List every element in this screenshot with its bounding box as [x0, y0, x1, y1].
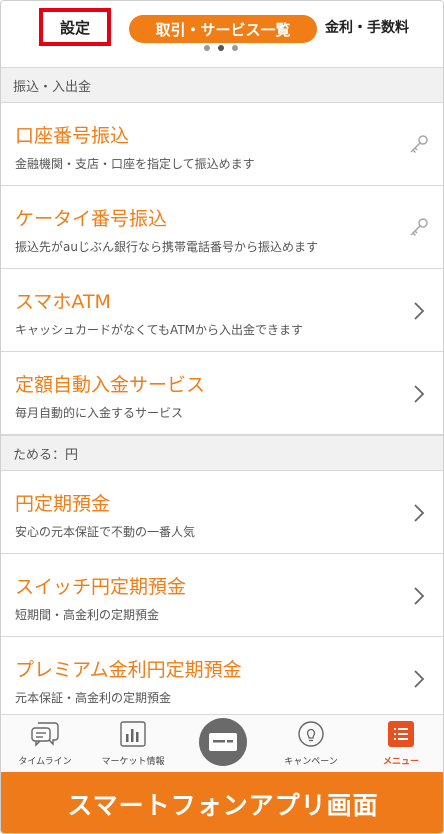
item-title: 円定期預金	[15, 493, 111, 515]
card-icon	[208, 732, 238, 752]
chevron-right-icon	[407, 299, 431, 323]
bottom-navigation: タイムライン マーケット情報 キャンペーン メニュー	[1, 714, 443, 773]
list-item-premium-time-deposit[interactable]: プレミアム金利円定期預金 元本保証・高金利の定期預金	[1, 637, 443, 720]
item-title: ケータイ番号振込	[15, 208, 168, 230]
nav-label: キャンペーン	[284, 757, 338, 767]
chevron-right-icon	[407, 667, 431, 691]
lightbulb-icon	[297, 719, 325, 749]
list-item-phone-transfer[interactable]: ケータイ番号振込 振込先がauじぶん銀行なら携帯電話番号から振込めます	[1, 186, 443, 269]
nav-market[interactable]: マーケット情報	[89, 719, 177, 773]
list-item-account-transfer[interactable]: 口座番号振込 金融機関・支店・口座を指定して振込めます	[1, 103, 443, 186]
chevron-right-icon	[407, 584, 431, 608]
item-title: スイッチ円定期預金	[15, 576, 187, 598]
item-title: プレミアム金利円定期預金	[15, 659, 242, 681]
item-title: 定額自動入金サービス	[15, 374, 206, 396]
item-description: 振込先がauじぶん銀行なら携帯電話番号から振込めます	[15, 240, 318, 254]
page-dot	[232, 45, 238, 51]
item-description: 元本保証・高金利の定期預金	[15, 691, 172, 705]
item-description: 短期間・高金利の定期預金	[15, 608, 160, 622]
section-header-transfer: 振込・入出金	[1, 67, 443, 103]
bar-chart-icon	[119, 719, 147, 749]
page-indicator	[204, 45, 238, 51]
list-item-auto-deposit[interactable]: 定額自動入金サービス 毎月自動的に入金するサービス	[1, 352, 443, 435]
page-dot	[204, 45, 210, 51]
chevron-right-icon	[407, 382, 431, 406]
section-header-savings-yen: ためる：円	[1, 435, 443, 471]
item-description: 毎月自動的に入金するサービス	[15, 406, 184, 420]
list-item-yen-time-deposit[interactable]: 円定期預金 安心の元本保証で不動の一番人気	[1, 471, 443, 554]
chat-bubble-icon	[30, 719, 60, 749]
item-title: スマホATM	[15, 291, 111, 313]
key-icon	[407, 133, 431, 157]
menu-list-icon	[388, 719, 414, 749]
nav-label: タイムライン	[18, 757, 72, 767]
top-tab-bar: 設定 取引・サービス一覧 金利・手数料	[1, 1, 443, 59]
chevron-right-icon	[407, 501, 431, 525]
nav-campaign[interactable]: キャンペーン	[267, 719, 355, 773]
tab-services[interactable]: 取引・サービス一覧	[129, 15, 317, 43]
card-button[interactable]	[199, 718, 247, 766]
nav-label: マーケット情報	[101, 757, 165, 767]
tab-settings[interactable]: 設定	[39, 8, 111, 46]
caption-banner: スマートフォンアプリ画面	[1, 772, 443, 833]
item-description: 安心の元本保証で不動の一番人気	[15, 525, 196, 539]
service-list: 振込・入出金 口座番号振込 金融機関・支店・口座を指定して振込めます ケータイ番…	[1, 67, 443, 720]
page-dot-active	[218, 45, 224, 51]
item-title: 口座番号振込	[15, 125, 130, 147]
nav-timeline[interactable]: タイムライン	[1, 719, 89, 773]
item-description: 金融機関・支店・口座を指定して振込めます	[15, 157, 255, 171]
app-screen: 設定 取引・サービス一覧 金利・手数料 振込・入出金 口座番号振込 金融機関・支…	[0, 0, 444, 834]
item-description: キャッシュカードがなくてもATMから入出金できます	[15, 323, 304, 337]
nav-label: メニュー	[382, 757, 419, 767]
key-icon	[407, 216, 431, 240]
tab-rates[interactable]: 金利・手数料	[325, 17, 409, 37]
nav-menu[interactable]: メニュー	[357, 719, 443, 773]
list-item-smartphone-atm[interactable]: スマホATM キャッシュカードがなくてもATMから入出金できます	[1, 269, 443, 352]
list-item-switch-time-deposit[interactable]: スイッチ円定期預金 短期間・高金利の定期預金	[1, 554, 443, 637]
